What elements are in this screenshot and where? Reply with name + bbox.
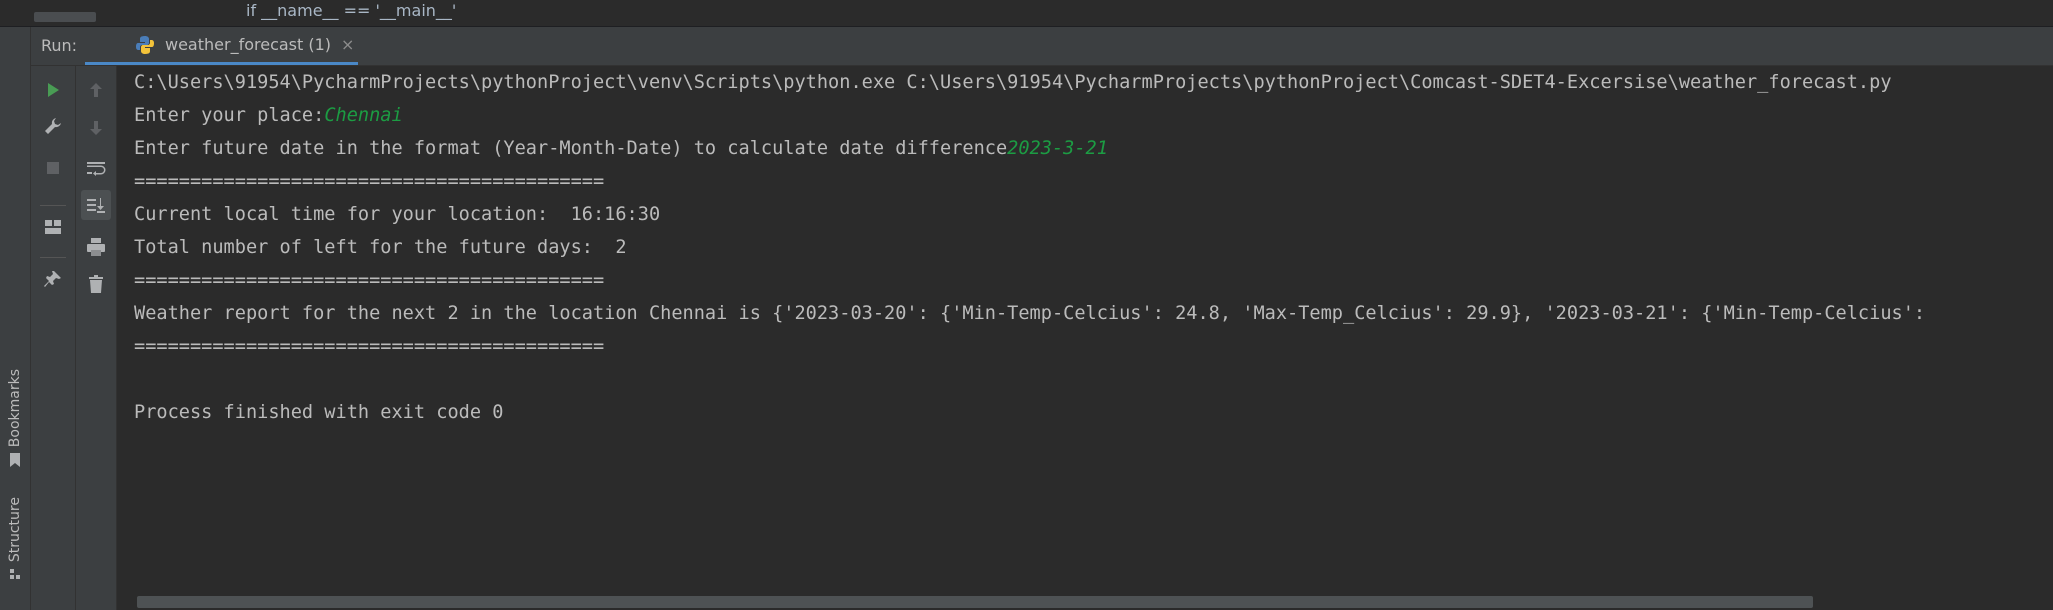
- print-button[interactable]: [81, 232, 111, 262]
- console-line-date: Enter future date in the format (Year-Mo…: [134, 132, 1108, 165]
- console-line-days-left: Total number of left for the future days…: [134, 237, 627, 258]
- structure-tab-label: Structure: [7, 497, 23, 563]
- edit-configuration-button[interactable]: [38, 111, 68, 141]
- console-output[interactable]: C:\Users\91954\PycharmProjects\pythonPro…: [117, 66, 2053, 594]
- layout-button[interactable]: [38, 212, 68, 242]
- soft-wrap-icon: [87, 162, 106, 176]
- left-tool-stripe: Bookmarks Structure: [0, 27, 31, 610]
- editor-code-line[interactable]: if __name__ == '__main__': [246, 0, 456, 22]
- next-occurrence-button[interactable]: [81, 113, 111, 143]
- scroll-to-end-icon: [87, 198, 105, 213]
- run-tab-label: weather_forecast (1): [165, 35, 332, 54]
- run-tab-weather-forecast[interactable]: weather_forecast (1) ×: [85, 27, 358, 65]
- trash-icon: [89, 275, 103, 293]
- toolbar-separator: [40, 205, 66, 206]
- stop-icon: [47, 162, 59, 174]
- structure-icon: [10, 569, 20, 580]
- soft-wrap-button[interactable]: [81, 153, 111, 183]
- stop-button[interactable]: [38, 153, 68, 183]
- arrow-up-icon: [90, 83, 102, 97]
- structure-tool-tab[interactable]: Structure: [0, 497, 30, 583]
- scroll-to-end-button[interactable]: [81, 190, 111, 220]
- scrollbar-thumb[interactable]: [137, 596, 1813, 608]
- pin-icon: [44, 271, 61, 287]
- rerun-button[interactable]: [38, 75, 68, 105]
- run-toolbar-primary: [31, 66, 76, 610]
- bookmarks-tab-label: Bookmarks: [7, 369, 23, 448]
- console-line-place: Enter your place:Chennai: [134, 99, 403, 132]
- editor-strip: if __name__ == '__main__': [0, 0, 2053, 27]
- layout-icon: [45, 220, 61, 234]
- print-icon: [87, 238, 105, 256]
- date-user-input: 2023-3-21: [1007, 138, 1108, 159]
- python-icon: [136, 35, 154, 54]
- place-user-input: Chennai: [324, 105, 403, 126]
- console-separator: ========================================…: [134, 336, 605, 357]
- console-line-command: C:\Users\91954\PycharmProjects\pythonPro…: [134, 72, 1892, 93]
- run-panel-label: Run:: [41, 36, 78, 55]
- run-panel-header: Run: weather_forecast (1) ×: [31, 27, 2053, 66]
- previous-occurrence-button[interactable]: [81, 75, 111, 105]
- close-icon[interactable]: ×: [341, 35, 354, 54]
- wrench-icon: [45, 118, 61, 134]
- bookmarks-tool-tab[interactable]: Bookmarks: [0, 369, 30, 468]
- toolbar-separator: [40, 257, 66, 258]
- console-line-local-time: Current local time for your location: 16…: [134, 204, 661, 225]
- console-horizontal-scrollbar[interactable]: [117, 594, 2053, 610]
- place-prompt: Enter your place:: [134, 105, 325, 126]
- run-toolbar-secondary: [76, 66, 117, 610]
- console-separator: ========================================…: [134, 171, 605, 192]
- editor-horizontal-scrollbar[interactable]: [34, 12, 96, 22]
- console-line-weather-report: Weather report for the next 2 in the loc…: [134, 303, 1926, 324]
- console-separator: ========================================…: [134, 270, 605, 291]
- console-line-exit: Process finished with exit code 0: [134, 402, 504, 423]
- date-prompt: Enter future date in the format (Year-Mo…: [134, 138, 1008, 159]
- bookmark-icon: [10, 453, 20, 468]
- arrow-down-icon: [90, 121, 102, 135]
- play-icon: [48, 83, 59, 97]
- pin-tab-button[interactable]: [38, 264, 68, 294]
- clear-all-button[interactable]: [81, 269, 111, 299]
